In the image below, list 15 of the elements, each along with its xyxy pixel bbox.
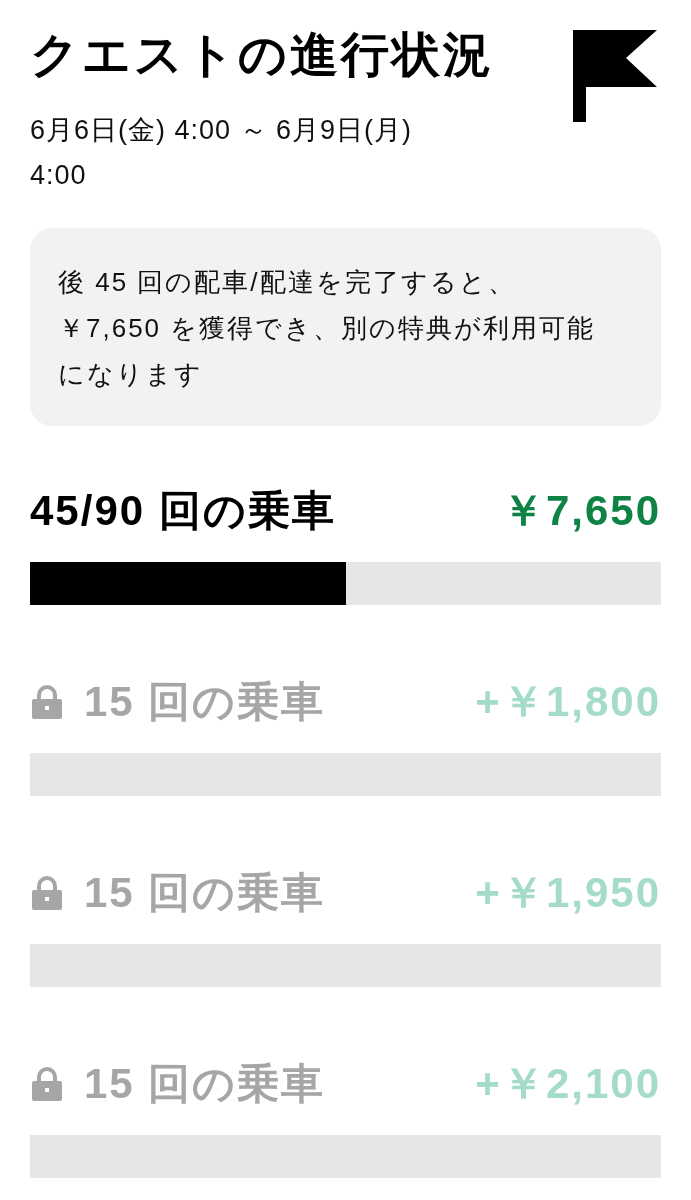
page-title: クエストの進行状況 — [30, 27, 494, 83]
reward-amount: +￥1,950 — [475, 868, 661, 918]
ride-count-label: 15 回の乗車 — [84, 868, 326, 918]
info-text: 後 45 回の配車/配達を完了すると、￥7,650 を獲得でき、別の特典が利用可能になります — [58, 266, 597, 391]
reward-amount: +￥2,100 — [475, 1059, 661, 1109]
lock-icon — [32, 876, 62, 910]
flag-icon — [573, 30, 657, 122]
ride-count-label: 15 回の乗車 — [84, 677, 326, 727]
reward-amount: ￥7,650 — [501, 486, 661, 536]
lock-icon — [32, 1067, 62, 1101]
date-range: 6月6日(金) 4:00 ～ 6月9日(月) 4:00 — [30, 114, 414, 192]
lock-icon — [32, 685, 62, 719]
ride-count-label: 15 回の乗車 — [84, 1059, 326, 1109]
reward-amount: +￥1,800 — [475, 677, 661, 727]
ride-count-label: 45/90 回の乗車 — [30, 486, 336, 536]
